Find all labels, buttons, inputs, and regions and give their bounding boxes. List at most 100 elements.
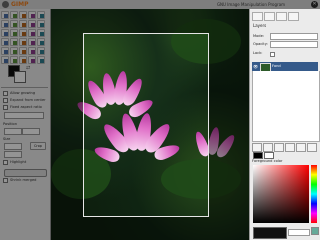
checkbox[interactable] [3,90,8,96]
smudge-tool-icon[interactable] [37,56,45,64]
pencil-tool-icon[interactable] [19,47,27,55]
checkbox[interactable] [3,177,8,183]
shear-icon [13,41,17,45]
new-layer-icon[interactable] [252,143,262,152]
text-icon [40,41,44,45]
heal-tool-icon[interactable] [28,56,36,64]
color-select-tool-icon[interactable] [37,11,45,19]
color-saturation-value-field[interactable] [253,165,309,223]
free-select-tool-icon[interactable] [19,11,27,19]
app-name: GIMP [11,1,29,8]
raise-layer-icon[interactable] [263,143,273,152]
aspect-field[interactable] [4,112,44,119]
dock-title: Layers [253,23,267,28]
paintbrush-icon [31,50,35,54]
hex-color-input[interactable] [288,229,310,236]
move-tool-icon[interactable] [10,29,18,37]
move-icon [13,32,17,36]
tab-paths-icon[interactable] [276,12,287,21]
rect-select-tool-icon[interactable] [1,11,9,19]
anchor-layer-icon[interactable] [296,143,306,152]
ellipse-select-icon [13,14,17,18]
tab-layers-icon[interactable] [252,12,263,21]
opacity-slider[interactable] [270,41,318,48]
duplicate-layer-icon[interactable] [285,143,295,152]
color-history-icon[interactable] [311,227,319,235]
blend-icon [13,50,17,54]
color-select-icon [40,14,44,18]
lock-alpha-checkbox[interactable] [270,52,275,57]
background-color-swatch[interactable] [14,71,26,83]
dock-tabs [252,12,319,21]
flip-icon [31,41,35,45]
pencil-icon [22,50,26,54]
paintbrush-tool-icon[interactable] [28,47,36,55]
bucket-fill-tool-icon[interactable] [1,47,9,55]
crop-tool-icon[interactable] [28,29,36,37]
blend-tool-icon[interactable] [10,47,18,55]
option-expand-from-center[interactable]: Expand from center [3,97,46,103]
rect-select-icon [4,14,8,18]
option-highlight[interactable]: Highlight [3,159,26,165]
swap-colors-icon[interactable]: ⇄ [26,65,30,71]
paths-tool-icon[interactable] [19,20,27,28]
align-tool-icon[interactable] [19,29,27,37]
shear-tool-icon[interactable] [10,38,18,46]
position-x-field[interactable] [4,128,22,135]
rotate-icon [40,32,44,36]
tab-undo-icon[interactable] [288,12,299,21]
scissors-tool-icon[interactable] [1,20,9,28]
foreground-select-tool-icon[interactable] [10,20,18,28]
option-shrink-merged[interactable]: Shrink merged [3,177,36,183]
option-allow-growing[interactable]: Allow growing [3,90,35,96]
crop-rectangle[interactable] [83,33,209,217]
bucket-fill-icon [4,50,8,54]
size-w-field[interactable] [4,143,22,150]
clone-tool-icon[interactable] [19,56,27,64]
measure-tool-icon[interactable] [1,29,9,37]
airbrush-tool-icon[interactable] [1,56,9,64]
close-button[interactable]: ✕ [311,1,318,8]
ink-tool-icon[interactable] [10,56,18,64]
fg-color-mini[interactable] [253,152,263,159]
visibility-eye-icon[interactable]: 👁 [253,62,258,71]
scale-tool-icon[interactable] [1,38,9,46]
ink-icon [13,59,17,63]
rotate-tool-icon[interactable] [37,29,45,37]
measure-icon [4,32,8,36]
checkbox[interactable] [3,97,8,103]
layer-row[interactable]: 👁 Fond [252,62,318,72]
tab-channels-icon[interactable] [264,12,275,21]
size-h-field[interactable] [4,151,22,158]
eraser-icon [40,50,44,54]
checkbox[interactable] [3,104,8,110]
image-canvas[interactable] [51,9,249,240]
text-tool-icon[interactable] [37,38,45,46]
perspective-icon [22,41,26,45]
checkbox[interactable] [3,159,8,165]
option-fixed-aspect[interactable]: Fixed aspect ratio [3,104,42,110]
zoom-tool-icon[interactable] [37,20,45,28]
position-y-field[interactable] [22,128,40,135]
palette-title: Foreground color [252,159,283,163]
crop-button[interactable]: Crop [30,142,46,150]
paths-icon [22,23,26,27]
ellipse-select-tool-icon[interactable] [10,11,18,19]
bg-color-mini[interactable] [264,152,274,159]
scissors-icon [4,23,8,27]
auto-shrink-button[interactable] [4,169,47,177]
delete-layer-icon[interactable] [307,143,317,152]
eraser-tool-icon[interactable] [37,47,45,55]
layer-name: Fond [272,64,281,68]
fuzzy-select-tool-icon[interactable] [28,11,36,19]
flip-tool-icon[interactable] [28,38,36,46]
airbrush-icon [4,59,8,63]
mode-select[interactable] [270,33,318,40]
lower-layer-icon[interactable] [274,143,284,152]
tool-grid [1,11,45,64]
position-label: Position [3,122,17,126]
hue-slider[interactable] [311,165,317,223]
color-picker-tool-icon[interactable] [28,20,36,28]
perspective-tool-icon[interactable] [19,38,27,46]
heal-icon [31,59,35,63]
